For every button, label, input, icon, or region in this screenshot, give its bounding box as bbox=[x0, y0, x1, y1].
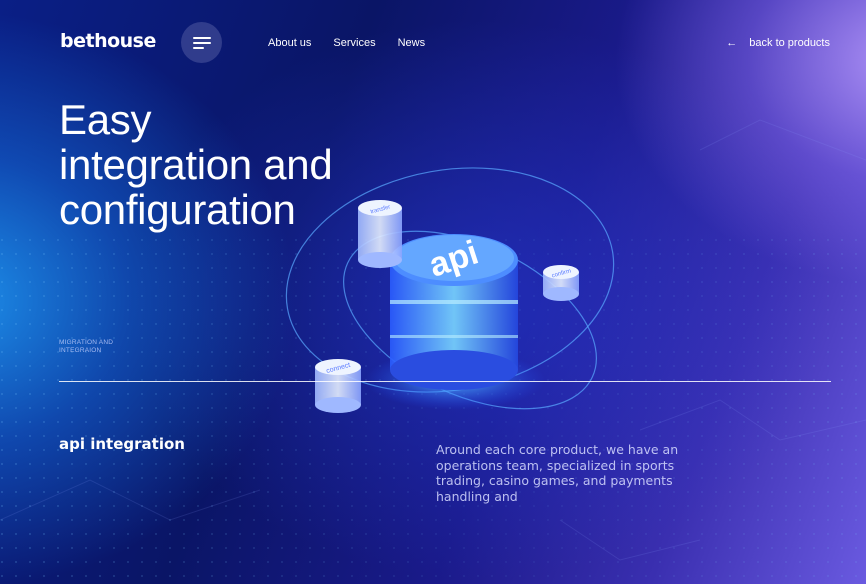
nav-services[interactable]: Services bbox=[333, 37, 375, 49]
section-label: MIGRATION AND INTEGRAION bbox=[59, 339, 159, 355]
hero-title-line: Easy bbox=[59, 96, 152, 143]
main-nav: About us Services News bbox=[268, 37, 447, 49]
connect-node: connect bbox=[315, 359, 361, 413]
site-header: bethouse About us Services News ← back t… bbox=[0, 0, 866, 86]
hamburger-icon bbox=[193, 37, 211, 39]
section-label-line: INTEGRAION bbox=[59, 347, 102, 354]
transfer-node: transfer bbox=[358, 200, 402, 268]
back-to-products-label: back to products bbox=[749, 37, 830, 49]
logo[interactable]: bethouse bbox=[60, 30, 156, 52]
nav-news[interactable]: News bbox=[398, 37, 426, 49]
section-label-line: MIGRATION AND bbox=[59, 339, 114, 346]
section-subtitle: api integration bbox=[59, 435, 185, 453]
api-cylinder: api bbox=[390, 233, 518, 390]
back-to-products-link[interactable]: ← back to products bbox=[726, 37, 830, 49]
divider bbox=[59, 381, 831, 382]
arrow-left-icon: ← bbox=[726, 37, 738, 49]
menu-button[interactable] bbox=[181, 22, 222, 63]
nav-about-us[interactable]: About us bbox=[268, 37, 311, 49]
hamburger-line bbox=[193, 42, 211, 44]
hamburger-line bbox=[193, 47, 204, 49]
confirm-node: confirm bbox=[543, 265, 579, 301]
section-description: Around each core product, we have an ope… bbox=[436, 442, 679, 504]
api-illustration: api transfer confirm connect bbox=[285, 167, 615, 413]
